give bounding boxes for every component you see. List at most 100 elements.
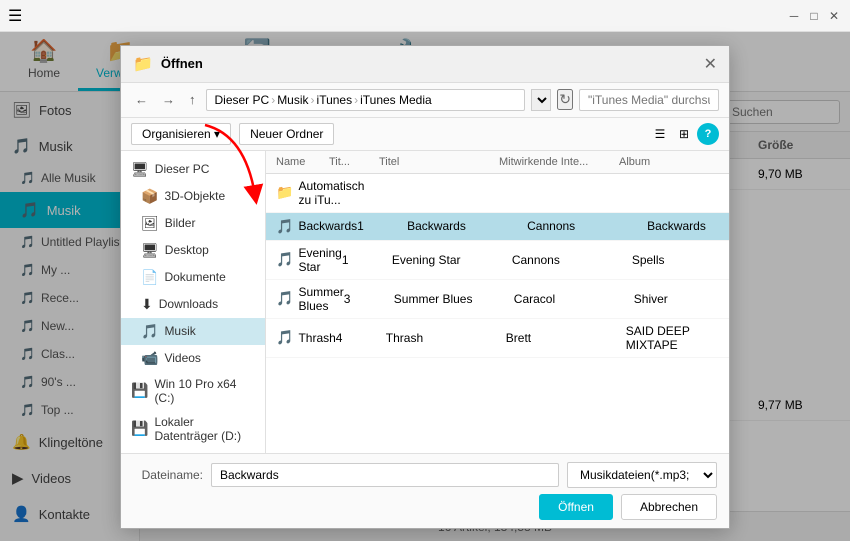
file-artist-summer: Caracol bbox=[514, 292, 634, 306]
bc-sep-1: › bbox=[271, 93, 275, 107]
close-button[interactable]: ✕ bbox=[826, 8, 842, 24]
dialog-overlay: 📁 Öffnen ✕ ← → ↑ Dieser PC › Musik › iTu… bbox=[0, 32, 850, 541]
view-large-button[interactable]: ⊞ bbox=[673, 123, 695, 145]
file-name-summer: Summer Blues bbox=[298, 285, 343, 313]
dialog-cancel-button[interactable]: Abbrechen bbox=[621, 494, 717, 520]
filename-input[interactable] bbox=[211, 463, 559, 487]
drive-d-icon: 💾 bbox=[131, 420, 148, 437]
open-dialog: 📁 Öffnen ✕ ← → ↑ Dieser PC › Musik › iTu… bbox=[120, 45, 730, 529]
music-file-icon-1: 🎵 bbox=[276, 218, 293, 235]
nav-forward-button[interactable]: → bbox=[158, 90, 179, 109]
3d-icon: 📦 bbox=[141, 188, 158, 205]
new-folder-label: Neuer Ordner bbox=[250, 127, 323, 141]
tree-item-dieser-pc[interactable]: 🖥 Dieser PC bbox=[121, 156, 265, 183]
list-item-backwards[interactable]: 🎵 Backwards 1 Backwards Cannons Backward… bbox=[266, 213, 729, 241]
tree-item-3d[interactable]: 📦 3D-Objekte bbox=[121, 183, 265, 210]
maximize-button[interactable]: □ bbox=[806, 8, 822, 24]
new-folder-button[interactable]: Neuer Ordner bbox=[239, 123, 334, 145]
organize-button[interactable]: Organisieren ▾ bbox=[131, 123, 231, 145]
bc-4[interactable]: iTunes Media bbox=[360, 93, 432, 107]
cancel-btn-label: Abbrechen bbox=[640, 500, 698, 514]
file-album-backwards: Backwards bbox=[647, 219, 729, 233]
view-details-button[interactable]: ☰ bbox=[649, 123, 671, 145]
tree-label-videos: Videos bbox=[164, 351, 200, 365]
bc-3[interactable]: iTunes bbox=[317, 93, 353, 107]
filename-label: Dateiname: bbox=[133, 468, 203, 482]
file-artist-thrash: Brett bbox=[506, 331, 626, 345]
tree-label-musik: Musik bbox=[164, 324, 195, 338]
titlebar: ☰ ─ □ ✕ bbox=[0, 0, 850, 32]
pictures-icon: 🖼 bbox=[141, 215, 159, 232]
music-file-icon-2: 🎵 bbox=[276, 251, 293, 268]
tree-item-downloads[interactable]: ⬇ Downloads bbox=[121, 291, 265, 318]
dfh-album: Album bbox=[619, 156, 719, 168]
tree-label-desktop: Desktop bbox=[165, 243, 209, 257]
organize-label: Organisieren ▾ bbox=[142, 127, 220, 141]
file-track-thrash: 4 bbox=[336, 331, 386, 345]
breadcrumb: Dieser PC › Musik › iTunes › iTunes Medi… bbox=[206, 89, 526, 111]
file-artist-evening: Cannons bbox=[512, 253, 632, 267]
filetype-select[interactable]: Musikdateien(*.mp3; *.m4a;*.m4... bbox=[567, 462, 717, 488]
dialog-body: 🖥 Dieser PC 📦 3D-Objekte 🖼 Bilder 🖥 Desk… bbox=[121, 151, 729, 453]
tree-item-desktop[interactable]: 🖥 Desktop bbox=[121, 237, 265, 264]
tree-item-lokaler[interactable]: 💾 Lokaler Datenträger (D:) bbox=[121, 410, 265, 448]
file-title-thrash: Thrash bbox=[386, 331, 506, 345]
music-file-icon-4: 🎵 bbox=[276, 329, 293, 346]
dfh-title: Titel bbox=[379, 156, 499, 168]
documents-icon: 📄 bbox=[141, 269, 158, 286]
tree-label-dieser-pc: Dieser PC bbox=[155, 162, 210, 176]
refresh-location-button[interactable]: ↻ bbox=[557, 89, 573, 110]
dialog-toolbar: Organisieren ▾ Neuer Ordner ☰ ⊞ ? bbox=[121, 118, 729, 151]
tree-label-win10: Win 10 Pro x64 (C:) bbox=[154, 377, 255, 405]
dialog-file-list: Name Tit... Titel Mitwirkende Inte... Al… bbox=[266, 151, 729, 453]
pc-icon: 🖥 bbox=[131, 161, 149, 178]
file-name-auto: Automatisch zu iTu... bbox=[298, 179, 364, 207]
list-item-summer-blues[interactable]: 🎵 Summer Blues 3 Summer Blues Caracol Sh… bbox=[266, 280, 729, 319]
bc-2[interactable]: Musik bbox=[277, 93, 308, 107]
dialog-close-button[interactable]: ✕ bbox=[704, 54, 717, 74]
nav-up-button[interactable]: ↑ bbox=[185, 90, 200, 109]
dialog-open-button[interactable]: Öffnen bbox=[539, 494, 613, 520]
tree-label-lokaler: Lokaler Datenträger (D:) bbox=[154, 415, 255, 443]
file-track-backwards: 1 bbox=[357, 219, 407, 233]
file-album-thrash: SAID DEEP MIXTAPE bbox=[626, 324, 726, 352]
bc-1[interactable]: Dieser PC bbox=[215, 93, 270, 107]
drive-c-icon: 💾 bbox=[131, 382, 148, 399]
file-track-evening: 1 bbox=[342, 253, 392, 267]
file-title-backwards: Backwards bbox=[407, 219, 527, 233]
file-album-evening: Spells bbox=[632, 253, 729, 267]
videos-folder-icon: 📹 bbox=[141, 350, 158, 367]
list-item-evening-star[interactable]: 🎵 Evening Star 1 Evening Star Cannons Sp… bbox=[266, 241, 729, 280]
dfh-name: Name bbox=[276, 156, 329, 168]
tree-item-bilder[interactable]: 🖼 Bilder bbox=[121, 210, 265, 237]
nav-back-button[interactable]: ← bbox=[131, 90, 152, 109]
file-artist-backwards: Cannons bbox=[527, 219, 647, 233]
music-folder-icon: 🎵 bbox=[141, 323, 158, 340]
list-item-thrash[interactable]: 🎵 Thrash 4 Thrash Brett SAID DEEP MIXTAP… bbox=[266, 319, 729, 358]
downloads-icon: ⬇ bbox=[141, 296, 153, 313]
view-icons: ☰ ⊞ ? bbox=[649, 123, 719, 145]
file-album-summer: Shiver bbox=[634, 292, 729, 306]
tree-label-downloads: Downloads bbox=[159, 297, 218, 311]
list-item-automatisch[interactable]: 📁 Automatisch zu iTu... bbox=[266, 174, 729, 213]
help-button[interactable]: ? bbox=[697, 123, 719, 145]
folder-tree: 🖥 Dieser PC 📦 3D-Objekte 🖼 Bilder 🖥 Desk… bbox=[121, 151, 266, 453]
tree-label-bilder: Bilder bbox=[165, 216, 196, 230]
menu-icon[interactable]: ☰ bbox=[8, 6, 22, 26]
dialog-address-bar: ← → ↑ Dieser PC › Musik › iTunes › iTune… bbox=[121, 83, 729, 118]
dialog-search-input[interactable] bbox=[579, 89, 719, 111]
tree-item-musik[interactable]: 🎵 Musik bbox=[121, 318, 265, 345]
file-title-evening: Evening Star bbox=[392, 253, 512, 267]
dialog-file-header: Name Tit... Titel Mitwirkende Inte... Al… bbox=[266, 151, 729, 174]
tree-item-win10[interactable]: 💾 Win 10 Pro x64 (C:) bbox=[121, 372, 265, 410]
file-track-summer: 3 bbox=[344, 292, 394, 306]
music-file-icon-3: 🎵 bbox=[276, 290, 293, 307]
bc-sep-3: › bbox=[354, 93, 358, 107]
tree-item-videos[interactable]: 📹 Videos bbox=[121, 345, 265, 372]
minimize-button[interactable]: ─ bbox=[786, 8, 802, 24]
file-name-evening: Evening Star bbox=[298, 246, 341, 274]
tree-item-dokumente[interactable]: 📄 Dokumente bbox=[121, 264, 265, 291]
location-dropdown[interactable] bbox=[531, 89, 551, 111]
file-name-backwards: Backwards bbox=[298, 219, 357, 233]
bc-sep-2: › bbox=[311, 93, 315, 107]
